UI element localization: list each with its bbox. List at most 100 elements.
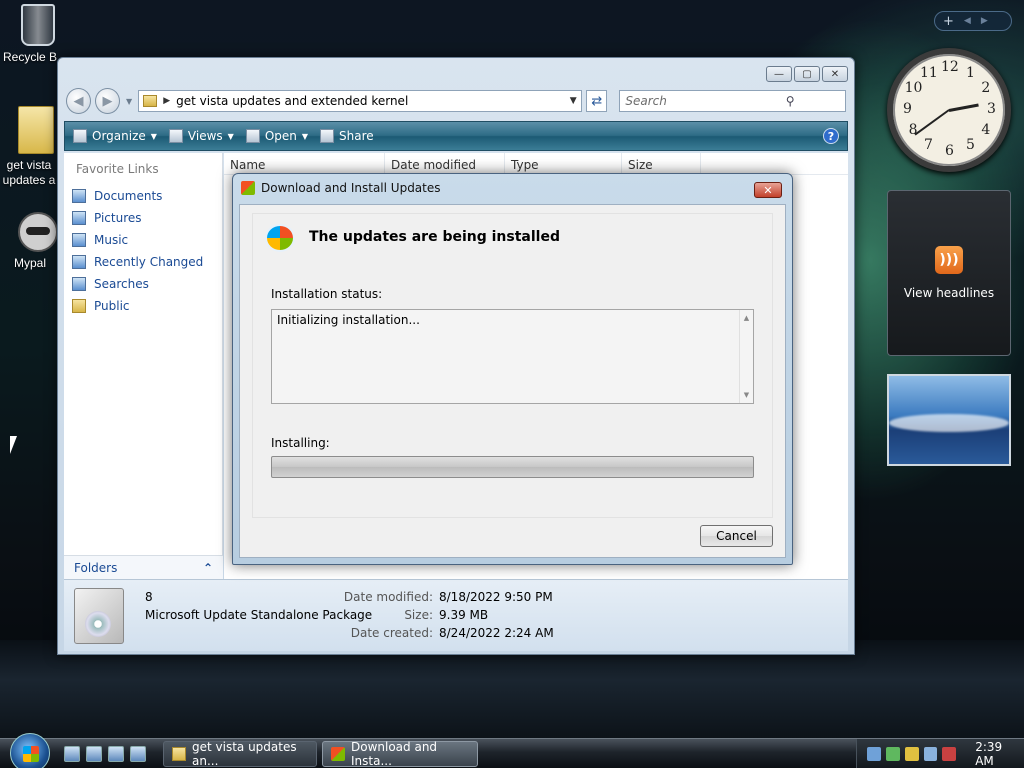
- back-button[interactable]: ◀: [66, 88, 92, 114]
- dialog-close-button[interactable]: ✕: [754, 182, 782, 198]
- address-path: get vista updates and extended kernel: [176, 94, 409, 108]
- scroll-down-icon[interactable]: ▼: [744, 391, 749, 399]
- taskbar-button-explorer[interactable]: get vista updates an...: [163, 740, 317, 768]
- clock-number: 12: [941, 59, 959, 75]
- column-header-type[interactable]: Type: [505, 153, 622, 174]
- switch-windows-icon[interactable]: [86, 746, 102, 762]
- update-package-icon: [74, 588, 124, 644]
- add-gadget-icon[interactable]: +: [943, 14, 954, 29]
- taskbar-clock[interactable]: 2:39 AM: [975, 740, 1024, 768]
- open-label: Open: [264, 129, 297, 143]
- search-input[interactable]: Search ⚲: [619, 90, 846, 112]
- minimize-button[interactable]: —: [766, 66, 792, 82]
- network-icon[interactable]: [867, 747, 881, 761]
- desktop-icon-recycle-bin[interactable]: Recycle Bin: [3, 4, 73, 64]
- taskbar: get vista updates an... Download and Ins…: [0, 733, 1024, 768]
- mouse-cursor-icon: [10, 436, 24, 454]
- open-button[interactable]: Open ▼: [245, 129, 308, 143]
- meta-value: 9.39 MB: [439, 608, 489, 622]
- status-scrollbar[interactable]: ▲ ▼: [739, 310, 753, 403]
- quick-launch: [64, 746, 146, 762]
- meta-key: Date modified:: [343, 590, 433, 604]
- meta-row-date-created: Date created: 8/24/2022 2:24 AM: [334, 624, 554, 642]
- chevron-up-icon: ⌃: [202, 560, 213, 575]
- mypal-quick-launch-icon[interactable]: [130, 746, 146, 762]
- update-tray-icon[interactable]: [885, 747, 900, 761]
- meta-key: Size:: [404, 608, 433, 622]
- maximize-button[interactable]: ▢: [794, 66, 820, 82]
- address-bar[interactable]: ▶ get vista updates and extended kernel …: [138, 90, 583, 112]
- searches-icon: [72, 277, 86, 291]
- folder-icon: [143, 95, 158, 107]
- favorite-link-label: Public: [94, 299, 130, 313]
- meta-row-date-modified: Date modified: 8/18/2022 9:50 PM: [334, 588, 554, 606]
- feed-headlines-gadget[interactable]: ))) View headlines: [887, 190, 1011, 356]
- slideshow-gadget[interactable]: [887, 374, 1011, 466]
- clock-number: 5: [966, 137, 975, 154]
- meta-key: Date created:: [350, 626, 433, 640]
- views-icon: [168, 129, 183, 143]
- task-label: Download and Insta...: [351, 740, 438, 768]
- search-icon[interactable]: ⚲: [735, 94, 845, 108]
- task-label: get vista updates an...: [192, 740, 297, 768]
- refresh-button[interactable]: ⇄: [586, 90, 608, 112]
- close-button[interactable]: ✕: [822, 66, 848, 82]
- views-label: Views: [187, 129, 223, 143]
- clock-number: 10: [904, 80, 923, 96]
- organize-button[interactable]: Organize ▼: [73, 129, 157, 143]
- folders-toggle[interactable]: Folders ⌃: [64, 555, 223, 579]
- views-button[interactable]: Views ▼: [168, 129, 234, 143]
- notification-area: 2:39 AM: [856, 739, 1024, 768]
- meta-row-size: Size: 9.39 MB: [334, 606, 554, 624]
- public-folder-icon: [72, 299, 86, 313]
- windows-logo-icon: [265, 224, 295, 252]
- favorite-link-recently-changed[interactable]: Recently Changed: [64, 251, 222, 273]
- share-button[interactable]: Share: [320, 129, 374, 143]
- desktop-background: [0, 640, 1024, 740]
- scroll-up-icon[interactable]: ▲: [744, 314, 749, 322]
- clock-number: 11: [920, 64, 938, 81]
- favorite-link-documents[interactable]: Documents: [64, 185, 222, 207]
- help-icon[interactable]: ?: [823, 128, 839, 144]
- recycle-bin-icon: [21, 4, 55, 46]
- mypal-icon: [18, 212, 58, 252]
- installation-status-box[interactable]: Initializing installation... ▲ ▼: [271, 309, 754, 404]
- details-metadata: Date modified: 8/18/2022 9:50 PM Size: 9…: [334, 588, 554, 642]
- clock-number: 1: [966, 64, 975, 81]
- cancel-button[interactable]: Cancel: [700, 525, 773, 547]
- favorite-link-label: Documents: [94, 189, 163, 203]
- internet-explorer-icon[interactable]: [108, 746, 124, 762]
- security-icon[interactable]: [904, 747, 919, 761]
- clock-number: 4: [981, 122, 991, 138]
- start-button[interactable]: [10, 733, 50, 768]
- music-icon: [72, 233, 86, 247]
- volume-muted-icon[interactable]: [942, 747, 957, 761]
- address-dropdown[interactable]: ▼: [565, 96, 581, 106]
- display-icon[interactable]: [923, 747, 938, 761]
- taskbar-button-update[interactable]: Download and Insta...: [322, 740, 478, 768]
- favorite-link-pictures[interactable]: Pictures: [64, 207, 222, 229]
- update-dialog[interactable]: Download and Install Updates ✕ The updat…: [232, 173, 793, 565]
- navigation-pane: Favorite Links Documents Pictures Music …: [64, 153, 223, 579]
- clock-number: 3: [987, 101, 996, 117]
- favorite-link-label: Recently Changed: [94, 255, 204, 269]
- favorite-link-music[interactable]: Music: [64, 229, 222, 251]
- column-header-date-modified[interactable]: Date modified: [385, 153, 505, 174]
- show-desktop-icon[interactable]: [64, 746, 80, 762]
- windows-logo-icon: [23, 746, 39, 762]
- desktop-icon-label: Recycle Bin: [3, 50, 57, 64]
- view-headlines-label: View headlines: [903, 286, 995, 300]
- clock-gadget[interactable]: 12 1 2 3 4 5 6 7 8 9 10 11: [887, 48, 1011, 172]
- column-header-name[interactable]: Name: [224, 153, 385, 174]
- windows-update-icon: [331, 747, 345, 761]
- favorite-link-searches[interactable]: Searches: [64, 273, 222, 295]
- previous-icon[interactable]: ◀: [964, 16, 971, 26]
- next-icon[interactable]: ▶: [981, 16, 988, 26]
- forward-button[interactable]: ▶: [95, 88, 121, 114]
- recent-pages-dropdown[interactable]: ▼: [126, 97, 132, 106]
- favorite-link-label: Music: [94, 233, 129, 247]
- column-header-size[interactable]: Size: [622, 153, 701, 174]
- breadcrumb-chevron-icon[interactable]: ▶: [163, 96, 170, 106]
- share-icon: [320, 129, 335, 143]
- favorite-link-public[interactable]: Public: [64, 295, 222, 317]
